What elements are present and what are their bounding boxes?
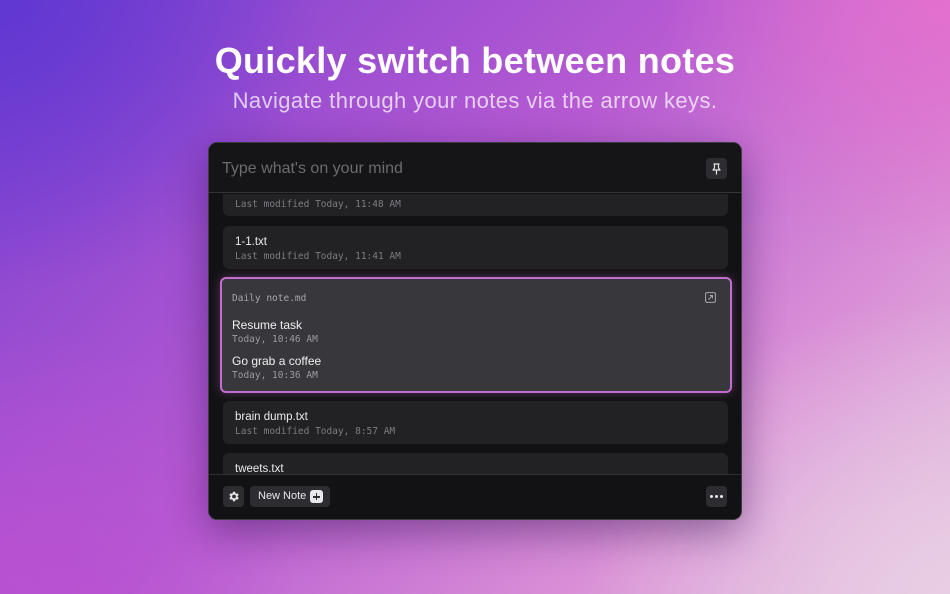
more-options-button[interactable]	[706, 486, 727, 507]
note-item-daily-selected[interactable]: Daily note.md Resume task Today, 10:46 A…	[220, 277, 732, 393]
app-window: Last modified Today, 11:48 AM 1-1.txt La…	[208, 142, 742, 520]
gear-icon	[229, 491, 239, 502]
note-input[interactable]	[222, 157, 662, 181]
new-note-button[interactable]: New Note	[250, 486, 330, 507]
input-bar	[209, 143, 741, 193]
note-item-1-1[interactable]: 1-1.txt Last modified Today, 11:41 AM	[223, 226, 728, 269]
note-meta: Last modified Today, 8:57 AM	[235, 426, 396, 437]
plus-icon	[310, 490, 323, 503]
pin-button[interactable]	[706, 158, 727, 179]
pin-icon	[712, 162, 721, 174]
hero-title: Quickly switch between notes	[214, 40, 736, 81]
task-time: Today, 10:46 AM	[232, 334, 318, 345]
task-time: Today, 10:36 AM	[232, 370, 318, 381]
new-note-label: New Note	[258, 490, 307, 502]
notes-list: Last modified Today, 11:48 AM 1-1.txt La…	[209, 194, 741, 475]
note-name: brain dump.txt	[235, 411, 308, 423]
note-meta: Last modified Today, 11:41 AM	[235, 251, 401, 262]
note-name: 1-1.txt	[235, 236, 267, 248]
open-external-icon[interactable]	[705, 292, 716, 303]
footer-bar: New Note	[209, 474, 741, 519]
more-horizontal-icon	[710, 495, 713, 498]
note-item-tweets[interactable]: tweets.txt	[223, 453, 728, 475]
note-meta: Last modified Today, 11:48 AM	[235, 199, 401, 210]
hero-subtitle: Navigate through your notes via the arro…	[232, 88, 718, 113]
task-title: Go grab a coffee	[232, 354, 322, 368]
settings-button[interactable]	[223, 486, 244, 507]
note-item-brain-dump[interactable]: brain dump.txt Last modified Today, 8:57…	[223, 401, 728, 444]
task-title: Resume task	[232, 318, 303, 332]
note-item-partial[interactable]: Last modified Today, 11:48 AM	[223, 194, 728, 216]
note-filename: Daily note.md	[232, 293, 307, 304]
